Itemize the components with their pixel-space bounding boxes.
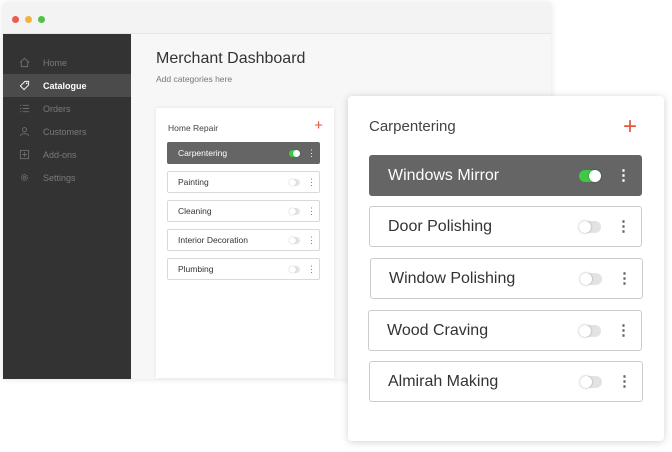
enable-toggle[interactable] [289,149,300,157]
home-icon [19,57,30,68]
list-item[interactable]: Painting ⋮ [167,171,320,193]
toggle-knob [293,149,300,157]
list-item[interactable]: Interior Decoration ⋮ [167,229,320,251]
toggle-knob [579,324,591,337]
item-label: Almirah Making [388,372,499,390]
close-window-button[interactable] [12,16,19,23]
item-label: Windows Mirror [388,166,500,184]
toggle-knob [589,169,601,182]
sidebar-item-label: Settings [43,172,76,183]
page-title: Merchant Dashboard [156,50,306,67]
sidebar-item-label: Catalogue [43,80,87,91]
item-label: Carpentering [178,148,228,158]
minimize-window-button[interactable] [25,16,32,23]
maximize-window-button[interactable] [38,16,45,23]
list-item[interactable]: Door Polishing ⋮ [369,206,642,247]
sidebar-item-catalogue[interactable]: Catalogue [3,74,131,97]
toggle-knob [289,236,296,244]
plus-square-icon [19,149,30,160]
list-icon [19,103,30,114]
sidebar-item-add-ons[interactable]: Add-ons [3,143,131,166]
more-options-icon[interactable]: ⋮ [307,206,316,216]
more-options-icon[interactable]: ⋮ [307,264,316,274]
enable-toggle[interactable] [289,178,300,186]
item-label: Cleaning [178,206,212,216]
plus-icon: + [623,113,638,140]
title-bar [3,3,551,34]
more-options-icon[interactable]: ⋮ [616,219,631,234]
enable-toggle[interactable] [289,265,300,273]
item-label: Door Polishing [388,217,493,235]
tag-icon [19,80,30,91]
plus-icon: + [314,117,323,134]
sidebar: Home Catalogue Orders Customers Add-ons [3,34,131,379]
item-label: Painting [178,177,209,187]
category-list: Carpentering ⋮ Painting ⋮ Cleaning ⋮ Int… [167,142,320,287]
list-item[interactable]: Window Polishing ⋮ [370,258,643,299]
toggle-knob [579,220,591,233]
more-options-icon[interactable]: ⋮ [307,235,316,245]
sidebar-item-settings[interactable]: Settings [3,166,131,189]
more-options-icon[interactable]: ⋮ [616,323,631,338]
sidebar-item-customers[interactable]: Customers [3,120,131,143]
user-icon [19,126,30,137]
add-subcategory-button[interactable]: + [623,115,637,139]
item-label: Interior Decoration [178,235,248,245]
subcategory-card: Carpentering + Windows Mirror ⋮ Door Pol… [348,96,664,441]
sidebar-item-label: Home [43,57,68,68]
enable-toggle[interactable] [289,207,300,215]
add-category-button[interactable]: + [314,118,323,133]
sidebar-item-label: Orders [43,103,71,114]
page-subtitle: Add categories here [156,74,233,84]
more-options-icon[interactable]: ⋮ [616,168,631,183]
item-label: Wood Craving [387,321,489,339]
more-options-icon[interactable]: ⋮ [307,148,316,158]
list-item[interactable]: Plumbing ⋮ [167,258,320,280]
list-item[interactable]: Windows Mirror ⋮ [369,155,642,196]
toggle-knob [580,375,592,388]
item-label: Window Polishing [389,269,516,287]
enable-toggle[interactable] [579,220,601,233]
enable-toggle[interactable] [580,375,602,388]
item-label: Plumbing [178,264,214,274]
enable-toggle[interactable] [289,236,300,244]
list-item[interactable]: Wood Craving ⋮ [368,310,642,351]
panel-title: Home Repair [168,123,219,133]
sidebar-item-label: Add-ons [43,149,77,160]
sidebar-item-orders[interactable]: Orders [3,97,131,120]
toggle-knob [289,178,296,186]
list-item[interactable]: Carpentering ⋮ [167,142,320,164]
enable-toggle[interactable] [579,324,601,337]
more-options-icon[interactable]: ⋮ [307,177,316,187]
toggle-knob [580,272,592,285]
more-options-icon[interactable]: ⋮ [617,271,632,286]
sidebar-item-label: Customers [43,126,87,137]
category-panel: Home Repair + Carpentering ⋮ Painting ⋮ … [156,108,334,378]
card-title: Carpentering [369,118,456,135]
toggle-knob [289,207,296,215]
enable-toggle[interactable] [580,272,602,285]
toggle-knob [289,265,296,273]
list-item[interactable]: Cleaning ⋮ [167,200,320,222]
enable-toggle[interactable] [579,169,601,182]
sidebar-item-home[interactable]: Home [3,51,131,74]
more-options-icon[interactable]: ⋮ [617,374,632,389]
list-item[interactable]: Almirah Making ⋮ [369,361,643,402]
gear-icon [19,172,30,183]
